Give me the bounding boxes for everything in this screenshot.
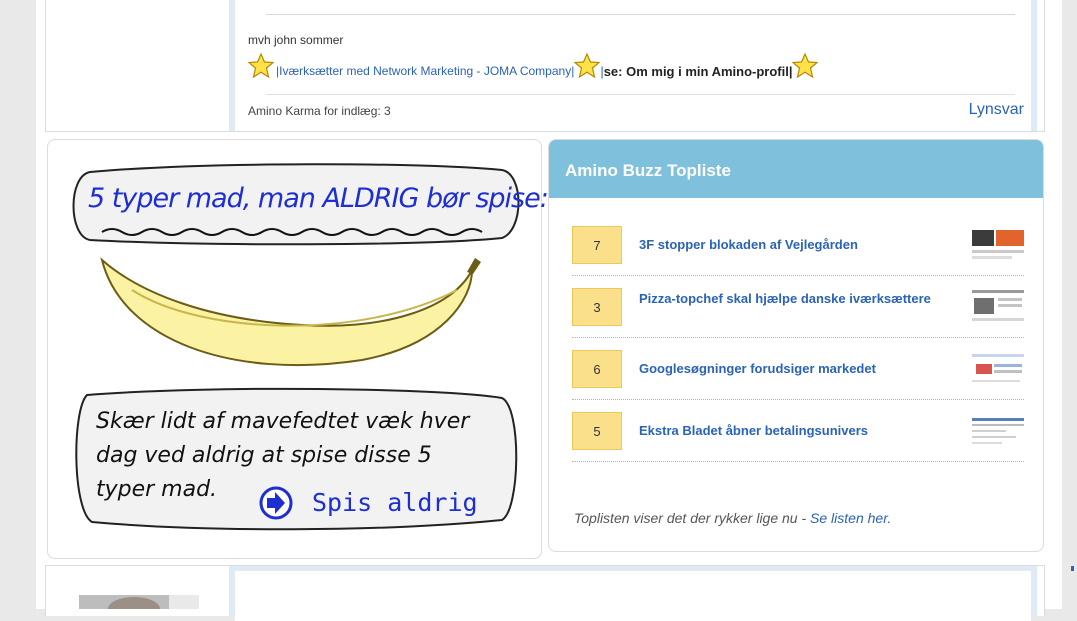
signature-profile-label: se: Om mig i min Amino-profil| bbox=[603, 63, 793, 79]
topliste-item-title[interactable]: Pizza-topchef skal hjælpe danske iværksæ… bbox=[639, 290, 979, 307]
ad-headline: 5 typer mad, man ALDRIG bør spise: bbox=[88, 183, 549, 214]
banana-stem bbox=[467, 258, 481, 274]
signature-link-business[interactable]: |Iværksætter med Network Marketing - JOM… bbox=[276, 64, 574, 78]
article-thumbnail[interactable] bbox=[972, 286, 1024, 326]
avatar[interactable] bbox=[79, 595, 199, 609]
signature-links: |Iværksætter med Network Marketing - JOM… bbox=[248, 51, 819, 81]
topliste-footer: Toplisten viser det der rykker lige nu -… bbox=[574, 510, 891, 526]
topliste-footer-end: . bbox=[887, 510, 892, 526]
topliste-item[interactable]: 6 Googlesøgninger forudsiger markedet bbox=[572, 338, 1024, 400]
topliste-item[interactable]: 3 Pizza-topchef skal hjælpe danske iværk… bbox=[572, 276, 1024, 338]
ad-cta-link[interactable]: Spis aldrig bbox=[312, 488, 478, 517]
topliste-header: Amino Buzz Topliste bbox=[549, 140, 1043, 198]
rank-badge: 5 bbox=[572, 412, 622, 450]
quick-reply-link[interactable]: Lynsvar bbox=[969, 101, 1024, 119]
topliste-panel: Amino Buzz Topliste 7 3F stopper blokade… bbox=[548, 139, 1044, 552]
article-thumbnail[interactable] bbox=[972, 224, 1024, 264]
topliste-item-title[interactable]: Ekstra Bladet åbner betalingsunivers bbox=[639, 422, 979, 439]
rank-badge: 6 bbox=[572, 350, 622, 388]
topliste-item[interactable]: 5 Ekstra Bladet åbner betalingsunivers bbox=[572, 400, 1024, 462]
banana-image bbox=[100, 257, 473, 367]
rank-badge: 3 bbox=[572, 288, 622, 326]
topliste-footer-text: Toplisten viser det der rykker lige nu - bbox=[574, 510, 811, 526]
signature-name: mvh john sommer bbox=[248, 33, 344, 47]
post-footer-divider bbox=[266, 94, 1015, 95]
article-thumbnail[interactable] bbox=[972, 348, 1024, 388]
avatar-photo bbox=[79, 595, 199, 609]
signature-link-profile[interactable]: |se: Om mig i min Amino-profil| bbox=[600, 64, 792, 79]
article-thumbnail[interactable] bbox=[972, 410, 1024, 450]
ad-body-line: dag ved aldrig at spise disse 5 bbox=[96, 443, 432, 468]
star-icon bbox=[574, 53, 601, 79]
post-divider bbox=[266, 14, 1015, 15]
topliste-item-title[interactable]: 3F stopper blokaden af Vejlegården bbox=[639, 236, 979, 253]
topliste-item-title[interactable]: Googlesøgninger forudsiger markedet bbox=[639, 360, 979, 377]
post-content bbox=[235, 571, 1031, 621]
star-icon bbox=[248, 53, 274, 79]
karma-count: Amino Karma for indlæg: 3 bbox=[248, 104, 391, 118]
rank-badge: 7 bbox=[572, 226, 622, 264]
item-divider bbox=[572, 461, 1024, 462]
scroll-marker bbox=[1071, 566, 1074, 571]
see-list-link[interactable]: Se listen her bbox=[810, 510, 887, 526]
topliste-item[interactable]: 7 3F stopper blokaden af Vejlegården bbox=[572, 214, 1024, 276]
ad-body-line: Skær lidt af mavefedtet væk hver bbox=[96, 409, 470, 434]
star-icon bbox=[792, 53, 819, 79]
topliste-title: Amino Buzz Topliste bbox=[565, 161, 731, 180]
